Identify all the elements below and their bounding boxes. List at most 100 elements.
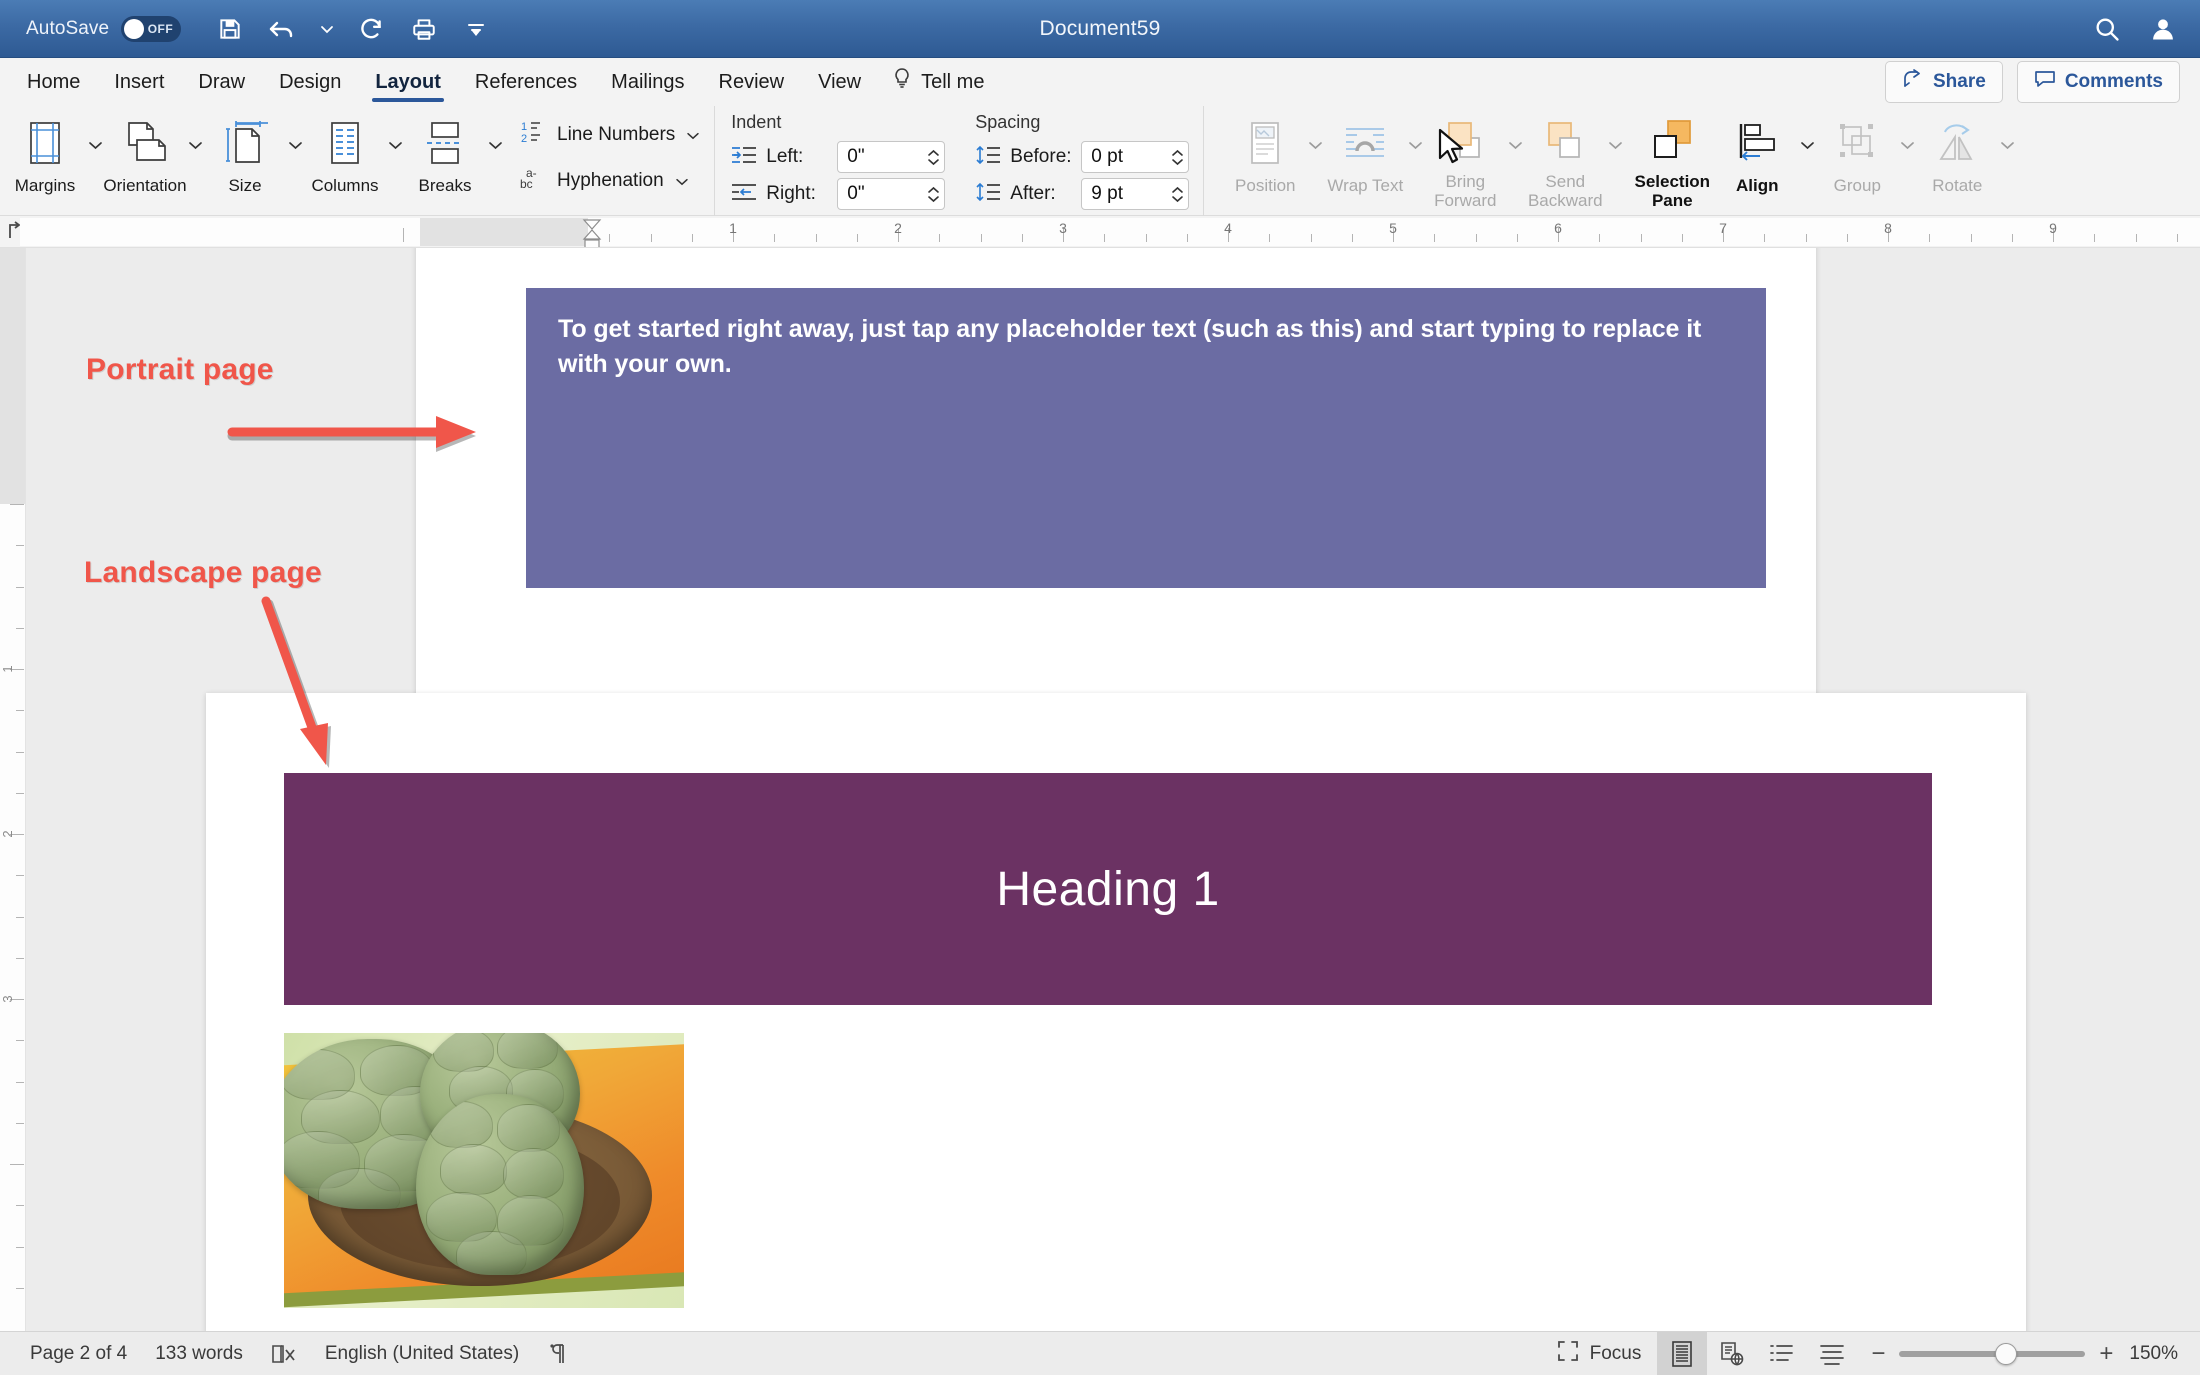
tell-me-search[interactable]: Tell me <box>878 67 998 97</box>
horizontal-ruler[interactable]: 1 2 3 4 5 6 7 8 9 <box>0 216 2200 248</box>
indent-left-stepper[interactable]: 0" <box>837 141 946 173</box>
status-bar-left: Page 2 of 4 133 words English (United St… <box>30 1342 569 1366</box>
landscape-page[interactable]: Heading 1 <box>206 693 2026 1331</box>
send-backward-caret-icon[interactable] <box>1604 106 1626 210</box>
wrap-text-button[interactable]: Wrap Text <box>1326 106 1404 210</box>
tab-label: References <box>474 70 578 93</box>
first-line-indent-marker[interactable] <box>580 218 604 248</box>
stepper-arrows-icon[interactable] <box>1171 149 1184 166</box>
draft-view-button[interactable] <box>1807 1332 1857 1375</box>
send-backward-icon <box>1542 114 1588 168</box>
svg-text:bc: bc <box>520 177 533 191</box>
orientation-icon <box>121 114 169 172</box>
tab-label: Design <box>279 70 342 93</box>
tab-view[interactable]: View <box>801 58 878 106</box>
portrait-page-callout-box[interactable]: To get started right away, just tap any … <box>526 288 1766 588</box>
document-canvas[interactable]: To get started right away, just tap any … <box>26 248 2200 1331</box>
vertical-ruler-tick <box>16 792 24 794</box>
print-layout-view-button[interactable] <box>1657 1331 1708 1375</box>
align-caret-icon[interactable] <box>1796 106 1818 210</box>
stepper-arrows-icon[interactable] <box>927 149 940 166</box>
heading-1-band[interactable]: Heading 1 <box>284 773 1932 1005</box>
tab-layout[interactable]: Layout <box>358 58 458 106</box>
hyphenation-button[interactable]: a- bc Hyphenation <box>520 161 700 201</box>
zoom-slider[interactable]: − + <box>1871 1341 2113 1366</box>
zoom-out-button[interactable]: − <box>1871 1341 1885 1366</box>
rotate-button[interactable]: Rotate <box>1918 106 1996 210</box>
bring-forward-caret-icon[interactable] <box>1504 106 1526 210</box>
page-indicator[interactable]: Page 2 of 4 <box>30 1343 127 1365</box>
search-icon[interactable] <box>2092 14 2122 44</box>
orientation-button[interactable]: Orientation <box>103 106 187 210</box>
margins-button[interactable]: Margins <box>6 106 84 210</box>
orientation-caret-icon[interactable] <box>184 106 206 210</box>
tab-label: Mailings <box>611 70 685 93</box>
language-indicator[interactable]: English (United States) <box>325 1343 519 1365</box>
zoom-level-label[interactable]: 150% <box>2129 1343 2178 1365</box>
status-bar: Page 2 of 4 133 words English (United St… <box>0 1331 2200 1375</box>
tab-draw[interactable]: Draw <box>181 58 262 106</box>
selection-pane-label: Selection Pane <box>1634 171 1711 210</box>
artichoke-photo[interactable] <box>284 1033 684 1308</box>
group-button[interactable]: Group <box>1818 106 1896 210</box>
vertical-ruler[interactable]: 1 2 3 <box>0 248 26 1331</box>
columns-button[interactable]: Columns <box>306 106 384 210</box>
tab-review[interactable]: Review <box>702 58 802 106</box>
indent-right-stepper[interactable]: 0" <box>837 178 946 210</box>
breaks-caret-icon[interactable] <box>484 106 506 210</box>
stepper-arrows-icon[interactable] <box>927 186 940 203</box>
show-formatting-marks-icon[interactable] <box>547 1342 569 1366</box>
account-icon[interactable] <box>2148 14 2178 44</box>
position-button[interactable]: Position <box>1226 106 1304 210</box>
zoom-slider-track[interactable] <box>1899 1342 2086 1365</box>
word-count[interactable]: 133 words <box>155 1343 243 1365</box>
vertical-ruler-tick <box>16 875 24 877</box>
columns-caret-icon[interactable] <box>384 106 406 210</box>
ruler-tick <box>403 228 404 242</box>
spacing-before-stepper[interactable]: 0 pt <box>1081 141 1190 173</box>
spacing-after-icon <box>975 181 1001 208</box>
position-caret-icon[interactable] <box>1304 106 1326 210</box>
spacing-after-stepper[interactable]: 9 pt <box>1081 178 1190 210</box>
ruler-number: 7 <box>1719 220 1727 236</box>
wrap-text-caret-icon[interactable] <box>1404 106 1426 210</box>
tab-design[interactable]: Design <box>262 58 358 106</box>
focus-icon <box>1557 1340 1579 1368</box>
share-button[interactable]: Share <box>1885 61 2003 103</box>
selection-pane-button[interactable]: Selection Pane <box>1626 106 1718 210</box>
ribbon-group-arrange: Position Wrap Text Bring Forward Send Ba… <box>1203 106 2018 216</box>
hyphenation-caret-icon[interactable] <box>675 170 689 192</box>
zoom-in-button[interactable]: + <box>2099 1341 2113 1366</box>
line-numbers-caret-icon[interactable] <box>686 124 700 146</box>
ruler-number: 2 <box>894 220 902 236</box>
line-numbers-button[interactable]: 1 2 Line Numbers <box>520 115 700 155</box>
rotate-caret-icon[interactable] <box>1996 106 2018 210</box>
bring-forward-button[interactable]: Bring Forward <box>1426 106 1504 210</box>
size-caret-icon[interactable] <box>284 106 306 210</box>
tab-home[interactable]: Home <box>10 58 97 106</box>
web-layout-view-button[interactable] <box>1707 1332 1757 1375</box>
tab-insert[interactable]: Insert <box>97 58 181 106</box>
send-backward-button[interactable]: Send Backward <box>1526 106 1604 210</box>
proofing-errors-icon[interactable] <box>271 1343 297 1365</box>
vertical-ruler-tick <box>16 957 24 959</box>
focus-label: Focus <box>1589 1342 1642 1364</box>
line-numbers-label: Line Numbers <box>557 124 676 145</box>
vertical-ruler-tick <box>16 1040 24 1042</box>
word-application-window: AutoSave OFF Document59 Home Insert Draw… <box>0 0 2200 1375</box>
tab-references[interactable]: References <box>458 58 594 106</box>
group-caret-icon[interactable] <box>1896 106 1918 210</box>
tab-label: Home <box>27 70 81 93</box>
ruler-number: 5 <box>1389 220 1397 236</box>
breaks-button[interactable]: Breaks <box>406 106 484 210</box>
outline-view-button[interactable] <box>1757 1332 1807 1375</box>
tab-mailings[interactable]: Mailings <box>594 58 701 106</box>
size-button[interactable]: Size <box>206 106 284 210</box>
comments-button[interactable]: Comments <box>2016 61 2180 103</box>
stepper-arrows-icon[interactable] <box>1171 186 1184 203</box>
zoom-slider-knob[interactable] <box>1995 1342 2018 1365</box>
focus-button[interactable]: Focus <box>1557 1340 1642 1368</box>
align-button[interactable]: Align <box>1718 106 1796 210</box>
top-margin-zone <box>0 248 25 504</box>
ruler-number: 8 <box>1884 220 1892 236</box>
